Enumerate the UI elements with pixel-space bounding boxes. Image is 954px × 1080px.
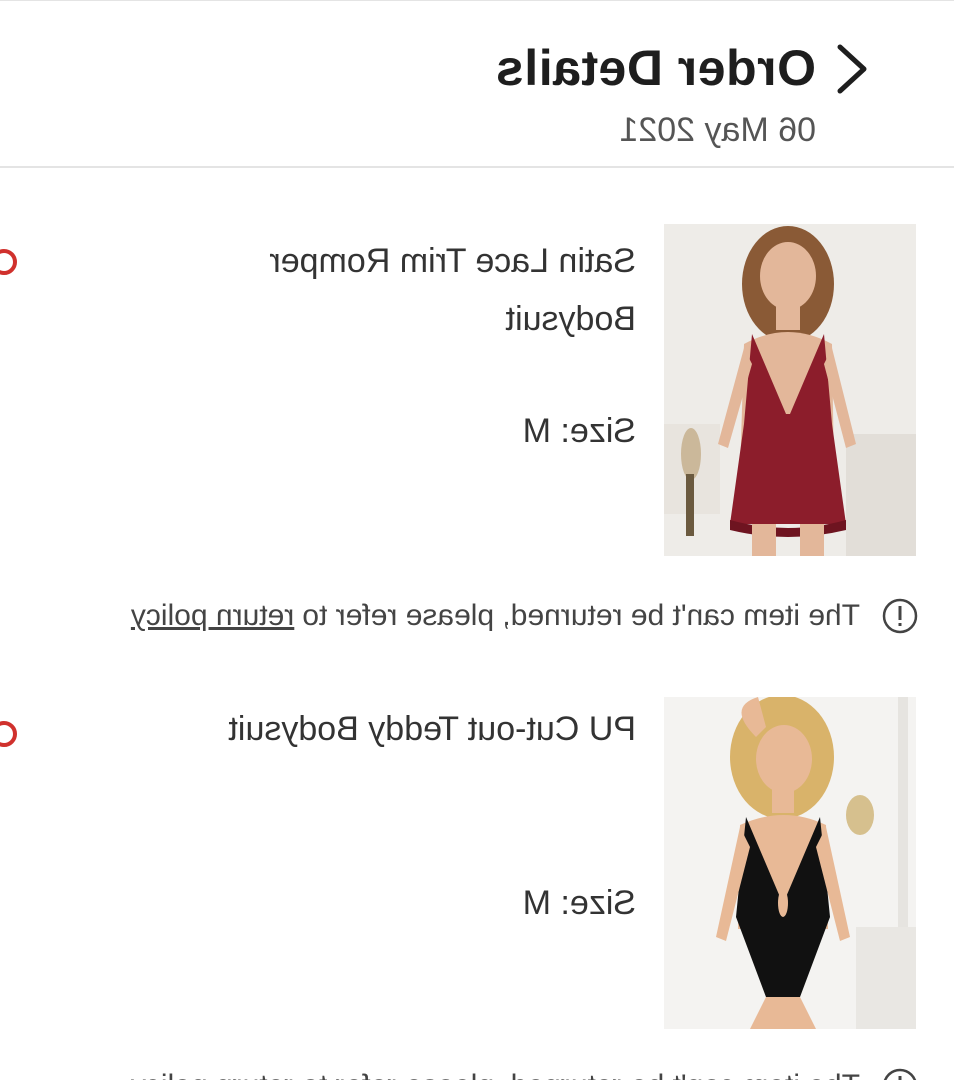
return-policy-link[interactable]: return policy — [131, 599, 294, 633]
notice-text: The item can't be returned, please refer… — [302, 599, 860, 632]
status-badge-icon[interactable] — [0, 720, 20, 748]
order-date: 06 May 2021 — [619, 111, 816, 149]
product-size: Size: M — [522, 884, 636, 922]
page-title: Order Details — [495, 40, 816, 96]
order-details-screen: Order Details 06 May 2021 Satin Lace Tri… — [0, 0, 954, 1080]
product-photo-pu-teddy — [664, 697, 916, 1029]
return-policy-link[interactable]: return policy — [131, 1069, 294, 1080]
product-image[interactable] — [664, 224, 916, 556]
info-circle-icon — [882, 598, 918, 634]
product-size: Size: M — [522, 412, 636, 450]
product-name[interactable]: Satin Lace Trim Romper Bodysuit — [176, 232, 636, 348]
return-notice: The item can't be returned, please refer… — [0, 594, 918, 638]
back-chevron-icon[interactable] — [824, 39, 880, 99]
product-image[interactable] — [664, 697, 916, 1029]
product-photo-satin-romper — [664, 224, 916, 556]
info-circle-icon — [882, 1068, 918, 1080]
notice-text: The item can't be returned, please refer… — [302, 1069, 860, 1080]
return-notice: The item can't be returned, please refer… — [0, 1064, 918, 1080]
header: Order Details 06 May 2021 — [0, 0, 954, 168]
status-badge-icon[interactable] — [0, 248, 20, 276]
product-name[interactable]: PU Cut-out Teddy Bodysuit — [176, 700, 636, 758]
